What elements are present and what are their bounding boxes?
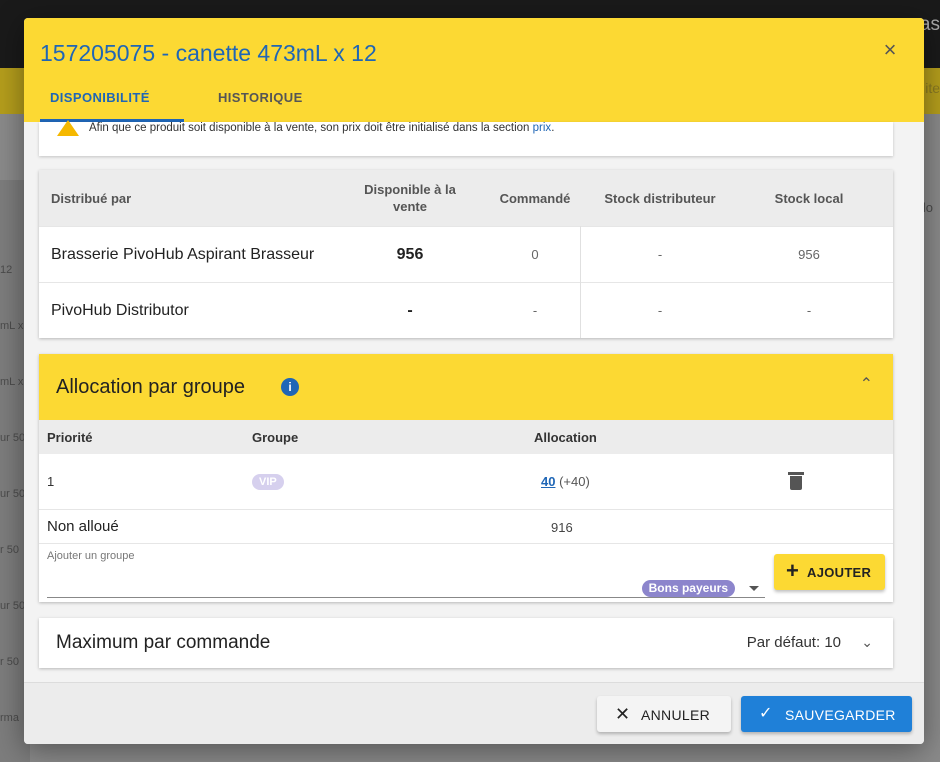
group-chip: VIP (252, 474, 284, 490)
distributor-table: Distribué par Disponible à la vente Comm… (39, 170, 893, 338)
dialog-title: 157205075 - canette 473mL x 12 (40, 40, 377, 66)
check-icon: ✓ (759, 705, 773, 722)
max-per-order-default: Par défaut: 10 (746, 634, 841, 651)
tab-historique[interactable]: HISTORIQUE (218, 90, 303, 105)
distributor-table-header: Distribué par Disponible à la vente Comm… (39, 170, 893, 226)
local-stock-value: 956 (798, 247, 820, 262)
allocation-value: 40 (+40) (541, 474, 590, 489)
distributor-name: PivoHub Distributor (51, 302, 189, 319)
close-icon[interactable]: × (878, 38, 902, 62)
dropdown-icon[interactable] (749, 586, 759, 591)
warning-suffix: . (551, 122, 555, 134)
available-value: - (407, 302, 413, 319)
dialog-header: 157205075 - canette 473mL x 12 × DISPONI… (24, 18, 924, 122)
distributor-stock-value: - (657, 247, 663, 262)
col-priority: Priorité (47, 430, 93, 445)
price-warning: Afin que ce produit soit disponible à la… (39, 120, 893, 156)
local-stock-value: - (806, 303, 812, 318)
product-dialog: 157205075 - canette 473mL x 12 × DISPONI… (24, 18, 924, 744)
info-icon[interactable]: i (281, 378, 299, 396)
available-value: 956 (396, 246, 424, 263)
add-group-label: Ajouter un groupe (47, 550, 135, 562)
table-row: PivoHub Distributor - - - - (39, 282, 893, 338)
allocation-panel: Allocation par groupe i ⌃ Priorité Group… (39, 354, 893, 602)
cancel-button-label: ANNULER (641, 707, 711, 723)
save-button-label: SAUVEGARDER (785, 707, 896, 723)
table-row: Brasserie PivoHub Aspirant Brasseur 956 … (39, 226, 893, 282)
unallocated-row: Non alloué 916 (39, 510, 893, 544)
group-select[interactable]: Bons payeurs (47, 564, 765, 598)
warning-message: Afin que ce produit soit disponible à la… (89, 122, 533, 134)
unallocated-value: 916 (551, 520, 573, 535)
cancel-button[interactable]: ✕ ANNULER (597, 696, 731, 732)
dialog-footer: ✕ ANNULER ✓ SAUVEGARDER (24, 682, 924, 744)
max-per-order-title: Maximum par commande (56, 632, 271, 653)
app-header-fragment: ite (925, 80, 940, 96)
ordered-value: - (532, 303, 538, 318)
col-local-stock: Stock local (774, 191, 844, 206)
allocation-delta: (+40) (559, 474, 590, 489)
warning-icon (57, 120, 79, 136)
trash-icon[interactable] (788, 472, 804, 490)
col-allocation: Allocation (534, 430, 597, 445)
selected-group-chip: Bons payeurs (641, 580, 735, 597)
add-group-row: Ajouter un groupe Bons payeurs + AJOUTER (39, 544, 893, 602)
col-available: Disponible à la vente (364, 182, 456, 214)
warning-text: Afin que ce produit soit disponible à la… (89, 122, 554, 134)
col-distributor-stock: Stock distributeur (604, 191, 716, 206)
add-group-button[interactable]: + AJOUTER (774, 554, 885, 590)
col-ordered: Commandé (499, 191, 571, 206)
column-divider (580, 226, 581, 338)
allocation-title: Allocation par groupe (56, 376, 246, 398)
distributor-stock-value: - (657, 303, 663, 318)
chevron-down-icon[interactable]: ⌄ (861, 634, 873, 651)
save-button[interactable]: ✓ SAUVEGARDER (741, 696, 912, 732)
priority-value: 1 (47, 474, 55, 489)
ordered-value: 0 (531, 247, 539, 262)
max-per-order-panel[interactable]: Maximum par commande Par défaut: 10 ⌄ (39, 618, 893, 668)
col-group: Groupe (252, 430, 299, 445)
tab-disponibilite[interactable]: DISPONIBILITÉ (50, 90, 150, 105)
add-button-label: AJOUTER (807, 565, 872, 580)
close-icon: ✕ (615, 704, 631, 724)
unallocated-label: Non alloué (47, 518, 119, 535)
allocation-table-header: Priorité Groupe Allocation (39, 420, 893, 454)
distributor-name: Brasserie PivoHub Aspirant Brasseur (51, 246, 315, 263)
price-link[interactable]: prix (533, 122, 552, 134)
allocation-link[interactable]: 40 (541, 474, 555, 489)
plus-icon: + (786, 558, 799, 583)
col-distributor: Distribué par (51, 191, 132, 206)
trash-body (790, 476, 802, 490)
table-row: 1 VIP 40 (+40) (39, 454, 893, 510)
allocation-panel-header[interactable]: Allocation par groupe i ⌃ (39, 354, 893, 420)
trash-lid (788, 472, 804, 475)
chevron-up-icon[interactable]: ⌃ (860, 374, 873, 394)
